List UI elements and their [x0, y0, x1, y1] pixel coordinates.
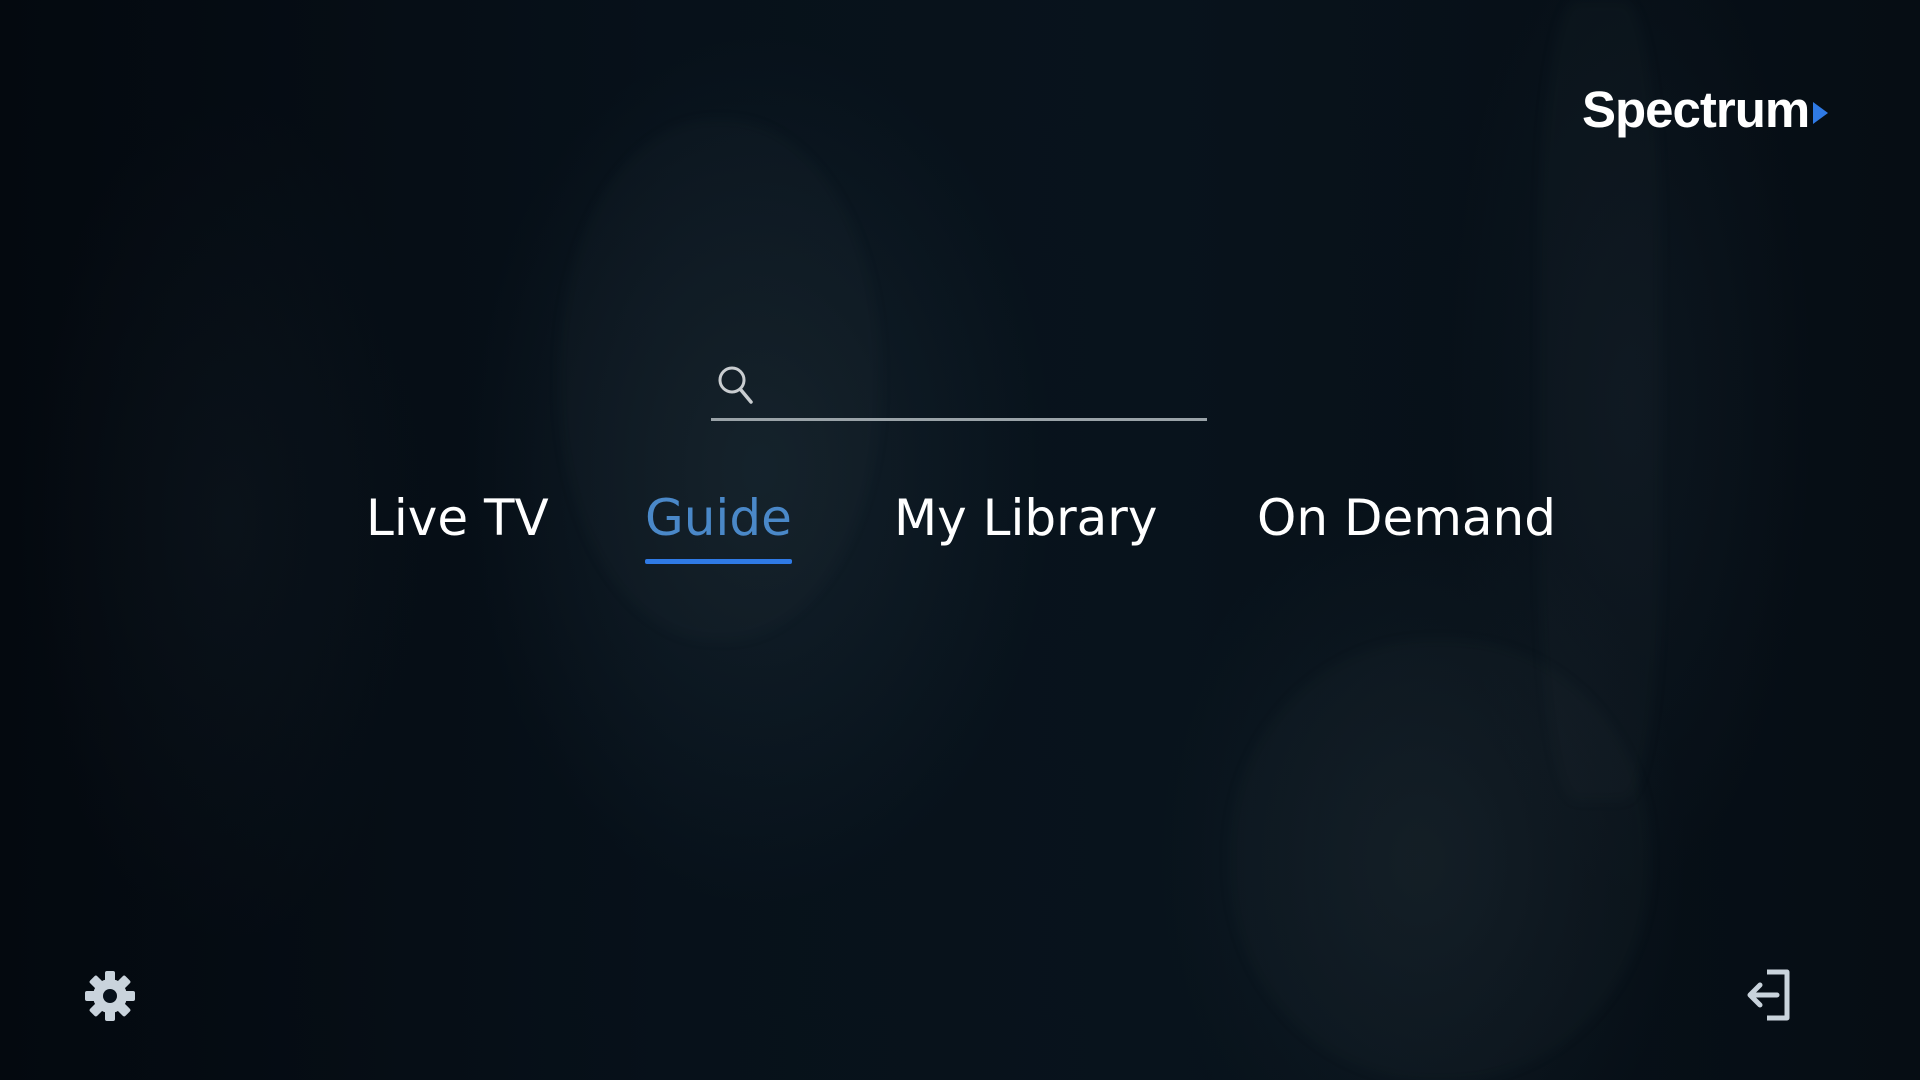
sign-out-icon[interactable]	[1745, 968, 1795, 1022]
nav-on-demand[interactable]: On Demand	[1257, 484, 1556, 564]
gear-icon[interactable]	[84, 970, 136, 1022]
spectrum-logo: Spectrum	[1582, 81, 1829, 138]
search-bar[interactable]	[711, 355, 1207, 421]
logo-text: Spectrum	[1582, 81, 1810, 138]
nav-guide[interactable]: Guide	[645, 484, 792, 564]
main-nav: Live TV Guide My Library On Demand	[0, 484, 1920, 564]
search-icon[interactable]	[715, 363, 755, 407]
home-screen: Spectrum Live TV Guide My Library On Dem…	[0, 0, 1920, 1080]
search-input[interactable]	[755, 355, 1207, 419]
nav-my-library[interactable]: My Library	[894, 484, 1157, 564]
logo-arrow-icon	[1813, 101, 1829, 124]
nav-live-tv[interactable]: Live TV	[366, 484, 549, 564]
